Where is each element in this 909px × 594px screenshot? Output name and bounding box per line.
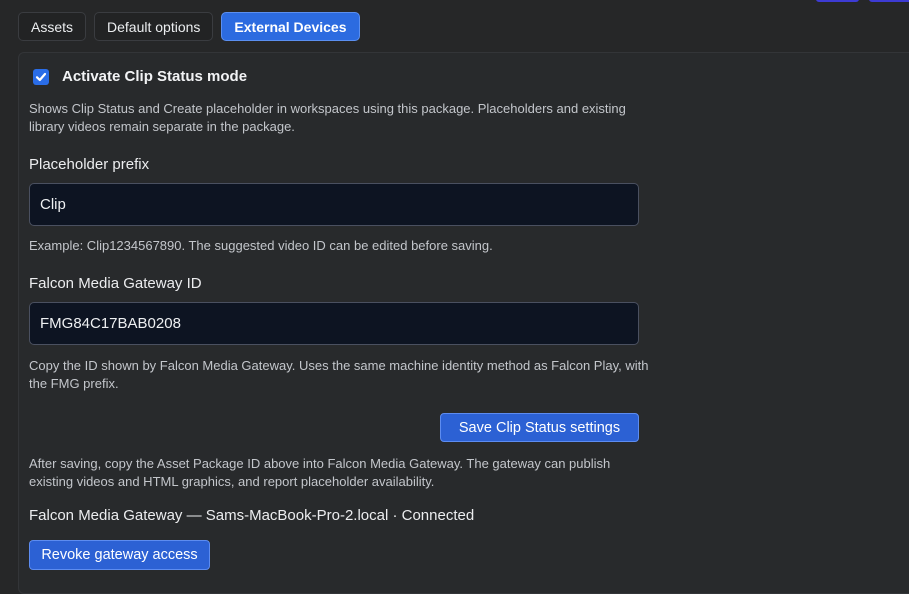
checkmark-icon [35,72,47,81]
top-right-button-1[interactable] [816,0,859,2]
gateway-id-help: Copy the ID shown by Falcon Media Gatewa… [29,358,649,391]
tab-bar: Assets Default options External Devices [18,12,360,41]
tab-default-options[interactable]: Default options [94,12,214,41]
clip-status-checkbox[interactable] [33,68,49,85]
clip-status-toggle[interactable]: Activate Clip Status mode [33,68,247,85]
save-clip-status-button[interactable]: Save Clip Status settings [440,413,639,442]
gateway-connection-status: Falcon Media Gateway — Sams-MacBook-Pro-… [29,507,475,524]
revoke-gateway-button[interactable]: Revoke gateway access [29,540,210,570]
tab-assets[interactable]: Assets [18,12,87,41]
clip-status-description: Shows Clip Status and Create placeholder… [29,101,626,134]
external-devices-panel: Activate Clip Status mode Shows Clip Sta… [18,52,909,594]
after-save-note: After saving, copy the Asset Package ID … [29,456,611,489]
placeholder-prefix-help: Example: Clip1234567890. The suggested v… [29,238,493,253]
placeholder-prefix-label: Placeholder prefix [29,156,150,173]
tab-external-devices[interactable]: External Devices [221,12,360,41]
top-right-button-2[interactable] [869,0,909,2]
gateway-id-label: Falcon Media Gateway ID [29,275,202,292]
gateway-id-input[interactable] [29,302,639,345]
placeholder-prefix-input[interactable] [29,183,639,226]
clip-status-label: Activate Clip Status mode [62,68,248,85]
